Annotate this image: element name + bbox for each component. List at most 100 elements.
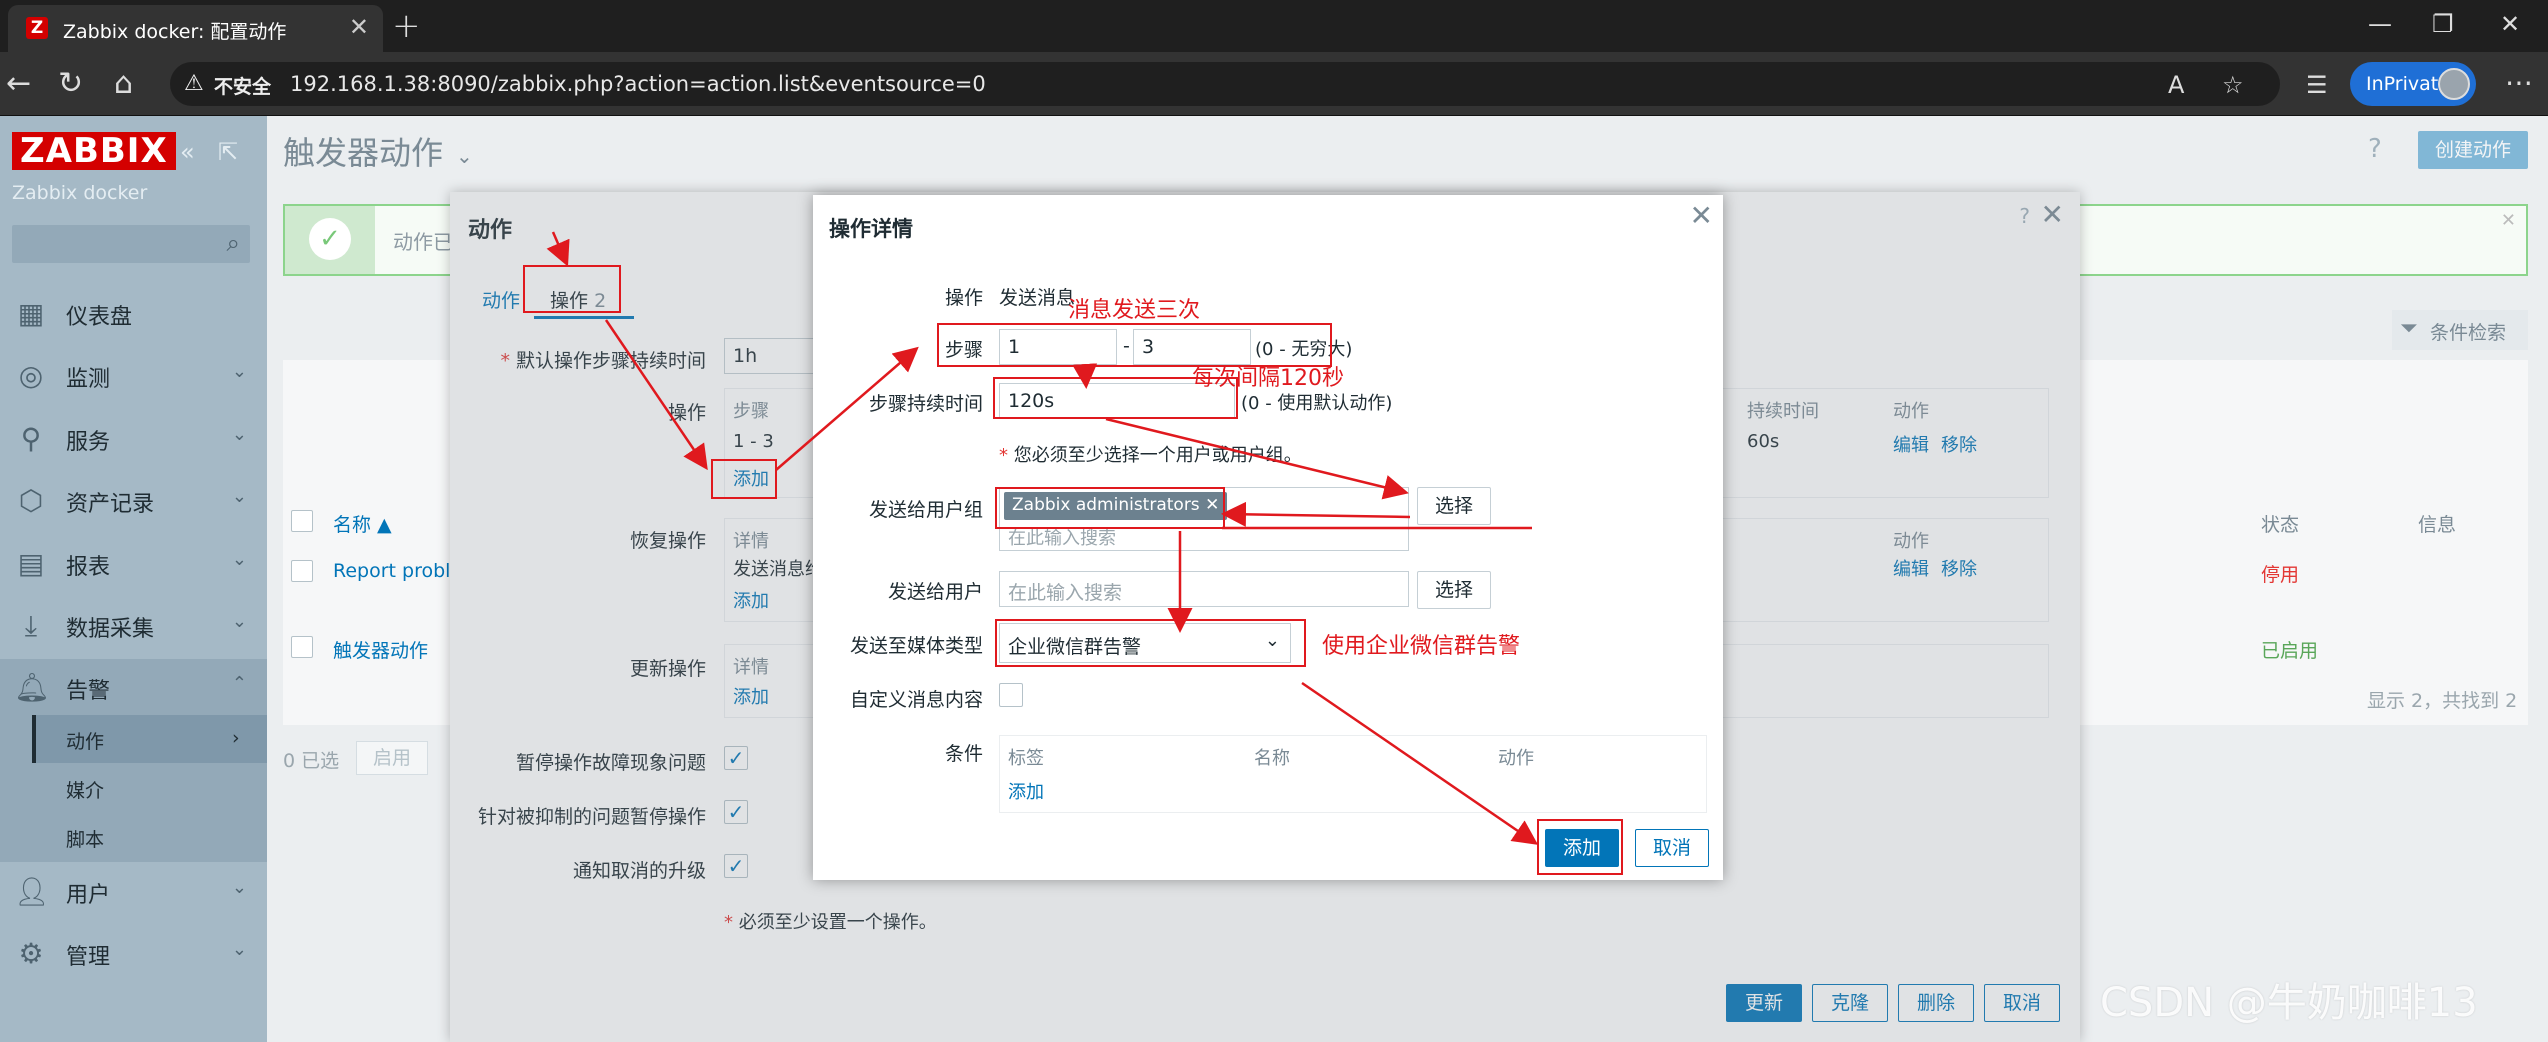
- services-icon: ⚲: [20, 422, 42, 455]
- submenu-item-scripts[interactable]: 脚本: [32, 813, 267, 861]
- reports-icon: ▤: [17, 547, 45, 580]
- table-footer-count: 显示 2，共找到 2: [2367, 690, 2518, 712]
- users-icon: 👤︎: [14, 875, 50, 908]
- zabbix-logo[interactable]: ZABBIX: [12, 132, 176, 170]
- page-title: 触发器动作: [283, 134, 444, 172]
- home-icon[interactable]: ⌂: [114, 66, 133, 101]
- operation-value: 发送消息: [999, 287, 1076, 309]
- back-icon[interactable]: ←: [6, 66, 31, 101]
- operation-label: 操作: [944, 287, 983, 309]
- minimize-icon[interactable]: —: [2368, 10, 2392, 38]
- users-search-input[interactable]: 在此输入搜索: [999, 571, 1409, 607]
- new-tab-icon[interactable]: +: [392, 6, 421, 46]
- column-header-info: 信息: [2418, 514, 2457, 536]
- menu-label: 服务: [66, 430, 111, 455]
- submenu-label: 脚本: [66, 829, 105, 851]
- chevron-down-icon: ⌄: [231, 939, 247, 960]
- selected-count: 0 已选: [283, 750, 340, 772]
- favorites-icon[interactable]: ☰: [2306, 71, 2328, 99]
- operation-details-dialog: 操作详情 ✕ 操作 发送消息 步骤 1 - 3 (0 - 无穷大) 步骤持续时间…: [813, 195, 1723, 880]
- menu-label: 报表: [66, 555, 111, 580]
- data-collection-icon: ⤓: [24, 609, 38, 642]
- submenu-label: 动作: [66, 731, 105, 753]
- menu-label: 监测: [66, 367, 111, 392]
- table-row-name[interactable]: 触发器动作: [333, 636, 428, 663]
- chevron-down-icon: ⌄: [231, 611, 247, 632]
- profile-avatar: [2438, 68, 2470, 100]
- inprivate-badge[interactable]: InPrivate: [2350, 62, 2476, 106]
- menu-item-services[interactable]: ⚲ 服务 ⌄: [0, 410, 267, 466]
- annotation-box-media-type: [995, 619, 1306, 667]
- warning-icon: ⚠: [184, 71, 204, 96]
- collapse-sidebar-icon[interactable]: «: [180, 138, 195, 166]
- status-badge[interactable]: 停用: [2261, 560, 2299, 587]
- annotation-box-add-link: [711, 459, 777, 499]
- condition-add-link[interactable]: 添加: [1008, 778, 1044, 804]
- column-header-name[interactable]: 名称 ▲: [333, 510, 392, 537]
- dashboard-icon: ▦: [17, 297, 45, 330]
- menu-item-dashboard[interactable]: ▦ 仪表盘: [0, 285, 267, 341]
- annotation-box-add-button: [1537, 819, 1623, 875]
- select-all-checkbox[interactable]: [291, 510, 313, 532]
- close-icon[interactable]: ✕: [2501, 210, 2516, 231]
- chevron-down-icon: ⌄: [231, 424, 247, 445]
- enable-button[interactable]: 启用: [356, 741, 428, 775]
- tab-close-icon[interactable]: ✕: [349, 13, 369, 41]
- success-icon-area: ✓: [285, 206, 375, 274]
- custom-message-checkbox[interactable]: [999, 683, 1023, 707]
- hide-sidebar-icon[interactable]: ⇱: [218, 138, 238, 166]
- submenu-item-media-types[interactable]: 媒介: [32, 764, 267, 812]
- menu-item-users[interactable]: 👤︎ 用户 ⌄: [0, 863, 267, 919]
- favorite-star-icon[interactable]: ☆: [2222, 71, 2244, 99]
- menu-item-inventory[interactable]: ⬡ 资产记录 ⌄: [0, 472, 267, 528]
- menu-item-administration[interactable]: ⚙ 管理 ⌄: [0, 925, 267, 981]
- row-checkbox[interactable]: [291, 560, 313, 582]
- col-name: 名称: [1254, 748, 1290, 769]
- help-icon[interactable]: ?: [2368, 134, 2382, 164]
- create-action-button[interactable]: 创建动作: [2418, 131, 2528, 169]
- select-groups-button[interactable]: 选择: [1417, 487, 1491, 525]
- url-text[interactable]: 192.168.1.38:8090/zabbix.php?action=acti…: [290, 72, 986, 96]
- address-bar[interactable]: ⚠ 不安全 192.168.1.38:8090/zabbix.php?actio…: [170, 62, 2280, 106]
- annotation-interval-120: 每次间隔120秒: [1192, 366, 1344, 391]
- search-icon[interactable]: ⌕: [227, 229, 240, 257]
- row-checkbox[interactable]: [291, 636, 313, 658]
- browser-tab[interactable]: Z Zabbix docker: 配置动作 ✕: [8, 5, 383, 52]
- alerts-icon: 🔔︎: [14, 671, 50, 704]
- menu-item-alerts[interactable]: 🔔︎ 告警 ⌃: [0, 659, 267, 715]
- filter-label: 条件检索: [2430, 322, 2507, 344]
- submenu-label: 媒介: [66, 780, 105, 802]
- menu-item-data-collection[interactable]: ⤓ 数据采集 ⌄: [0, 597, 267, 653]
- window-close-icon[interactable]: ✕: [2500, 10, 2520, 38]
- sidebar: ZABBIX « ⇱ Zabbix docker ⌕ ▦ 仪表盘 ◎ 监测 ⌄ …: [0, 116, 267, 1042]
- tab-title: Zabbix docker: 配置动作: [63, 21, 287, 43]
- cancel-operation-button[interactable]: 取消: [1635, 829, 1709, 867]
- refresh-icon[interactable]: ↻: [58, 66, 83, 101]
- alerts-submenu: 动作 › 媒介 脚本: [0, 715, 267, 862]
- conditions-label: 条件: [944, 743, 983, 765]
- col-label: 标签: [1008, 748, 1044, 769]
- menu-item-reports[interactable]: ▤ 报表 ⌄: [0, 535, 267, 591]
- chevron-down-icon: ⌄: [231, 486, 247, 507]
- success-text: 动作已: [393, 230, 453, 254]
- inventory-icon: ⬡: [18, 484, 44, 517]
- more-menu-icon[interactable]: ⋯: [2505, 66, 2533, 99]
- sidebar-search-input[interactable]: ⌕: [12, 225, 250, 263]
- custom-message-label: 自定义消息内容: [849, 689, 983, 711]
- restore-icon[interactable]: ❐: [2432, 10, 2454, 38]
- filter-tab[interactable]: ⏷ 条件检索: [2392, 310, 2528, 350]
- chevron-down-icon: ⌄: [231, 549, 247, 570]
- server-name: Zabbix docker: [12, 182, 148, 204]
- menu-item-monitoring[interactable]: ◎ 监测 ⌄: [0, 347, 267, 403]
- select-users-button[interactable]: 选择: [1417, 571, 1491, 609]
- status-badge[interactable]: 已启用: [2261, 636, 2318, 663]
- send-to-users-label: 发送给用户: [887, 581, 983, 603]
- chevron-down-icon[interactable]: ⌄: [456, 144, 473, 168]
- browser-toolbar: ← ↻ ⌂ ⚠ 不安全 192.168.1.38:8090/zabbix.php…: [0, 52, 2548, 116]
- close-icon[interactable]: ✕: [1690, 199, 1713, 232]
- submenu-item-actions[interactable]: 动作 ›: [32, 715, 267, 763]
- csdn-watermark: CSDN @牛奶咖啡13: [2100, 980, 2478, 1026]
- annotation-box-group-chip: [995, 487, 1225, 529]
- chevron-down-icon: ⌄: [231, 361, 247, 382]
- read-aloud-icon[interactable]: A: [2168, 71, 2184, 99]
